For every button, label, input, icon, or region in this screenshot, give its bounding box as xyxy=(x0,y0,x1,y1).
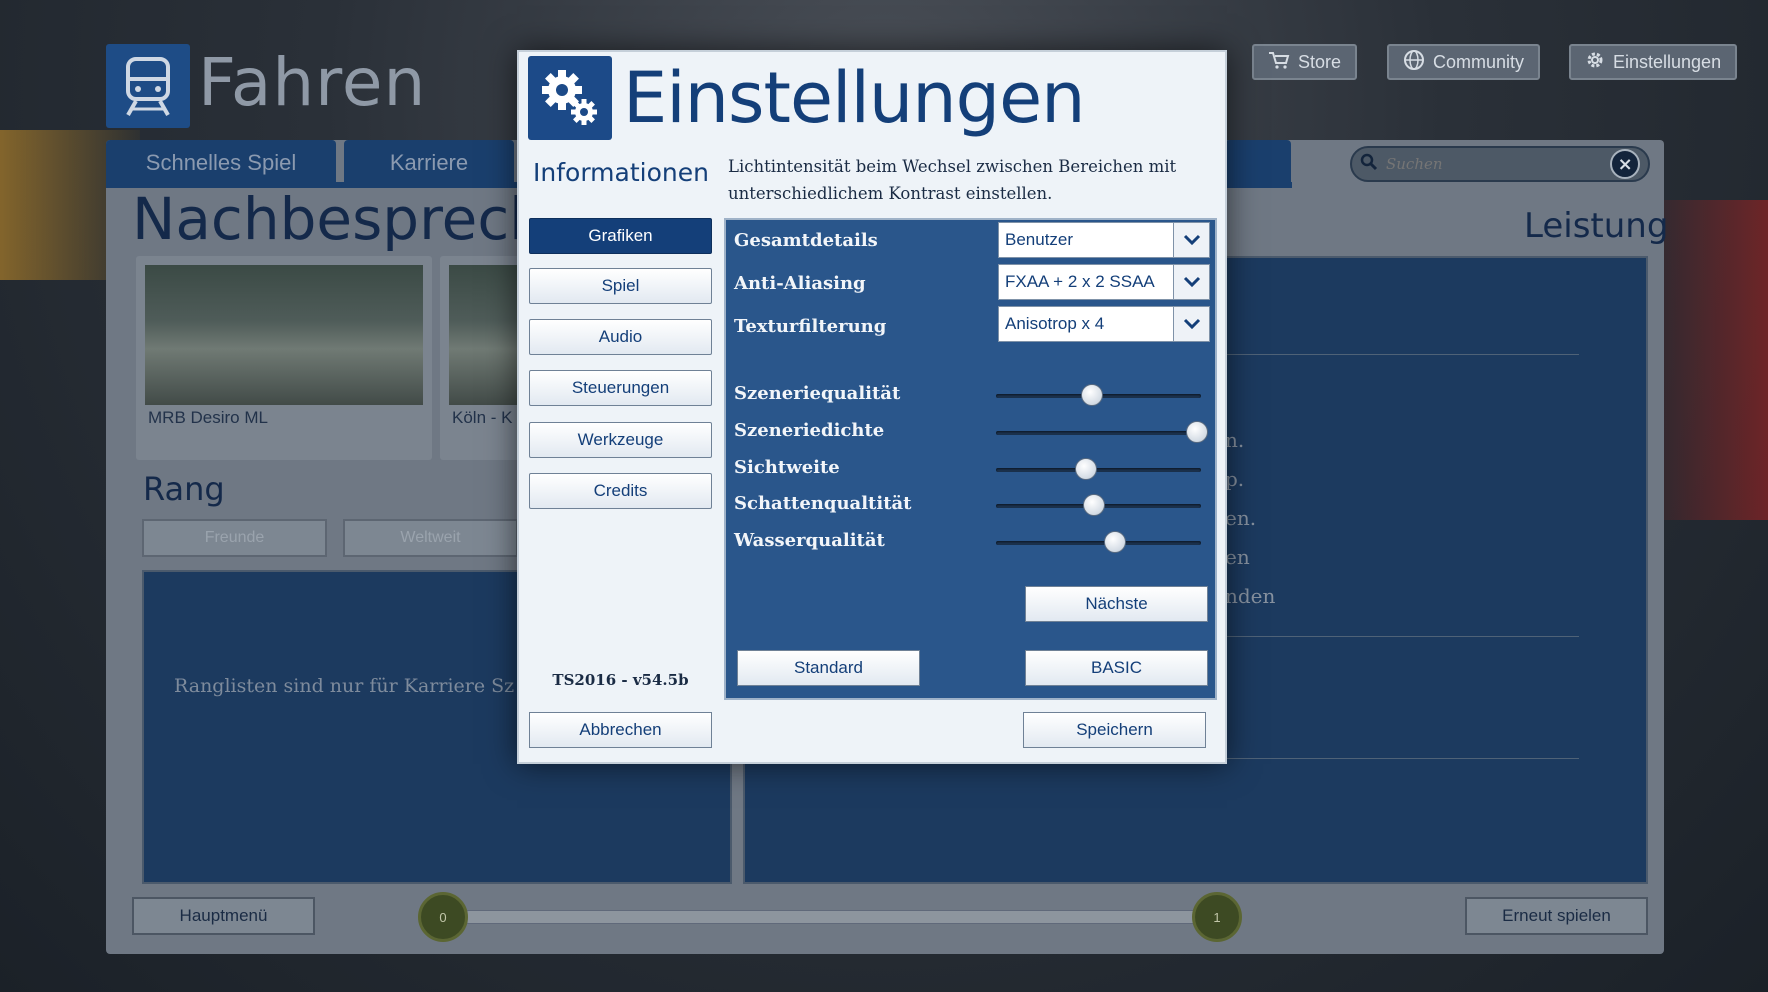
progress-track xyxy=(462,910,1214,924)
overall-detail-value: Benutzer xyxy=(1005,230,1074,249)
scenery-quality-label: Szeneriequalität xyxy=(734,383,901,404)
nav-credits[interactable]: Credits xyxy=(529,473,712,509)
performance-text: n. xyxy=(1225,428,1245,452)
performance-text: en. xyxy=(1225,506,1257,530)
friends-button[interactable]: Freunde xyxy=(142,519,327,557)
save-button[interactable]: Speichern xyxy=(1023,712,1206,748)
community-label: Community xyxy=(1433,51,1525,72)
replay-button[interactable]: Erneut spielen xyxy=(1465,897,1648,935)
performance-heading: Leistung xyxy=(1524,206,1669,246)
route-card[interactable]: Köln - K xyxy=(440,256,520,460)
leaderboard-message: Ranglisten sind nur für Karriere Sz xyxy=(174,675,515,697)
chevron-down-icon[interactable] xyxy=(1173,265,1209,299)
slider-thumb[interactable] xyxy=(1185,421,1208,443)
chevron-down-icon[interactable] xyxy=(1173,223,1209,257)
rank-heading: Rang xyxy=(143,470,225,508)
texture-filtering-value: Anisotrop x 4 xyxy=(1005,314,1105,333)
store-button[interactable]: Store xyxy=(1252,44,1358,80)
anti-aliasing-label: Anti-Aliasing xyxy=(734,273,866,294)
performance-text: nden xyxy=(1225,584,1276,608)
divider xyxy=(1215,758,1579,759)
divider xyxy=(1215,636,1579,637)
graphics-settings-panel: Gesamtdetails Benutzer Anti-Aliasing FXA… xyxy=(724,218,1217,700)
setting-description: Lichtintensität beim Wechsel zwischen Be… xyxy=(728,157,1177,203)
globe-icon xyxy=(1403,49,1425,76)
train-caption: MRB Desiro ML xyxy=(148,408,268,427)
scenery-density-slider[interactable] xyxy=(996,421,1208,443)
scenery-density-label: Szeneriedichte xyxy=(734,420,885,441)
nav-tools[interactable]: Werkzeuge xyxy=(529,422,712,458)
next-button[interactable]: Nächste xyxy=(1025,586,1208,622)
store-label: Store xyxy=(1298,51,1342,72)
view-distance-label: Sichtweite xyxy=(734,457,840,478)
info-heading: Informationen xyxy=(533,158,709,187)
route-thumbnail xyxy=(449,265,520,405)
train-logo-icon xyxy=(106,44,190,128)
overall-detail-dropdown[interactable]: Benutzer xyxy=(998,222,1210,258)
close-icon[interactable]: × xyxy=(1610,149,1640,179)
texture-filtering-dropdown[interactable]: Anisotrop x 4 xyxy=(998,306,1210,342)
view-distance-slider[interactable] xyxy=(996,458,1201,480)
texture-filtering-label: Texturfilterung xyxy=(734,316,887,337)
settings-dialog: Einstellungen Informationen Lichtintensi… xyxy=(517,50,1227,764)
slider-thumb[interactable] xyxy=(1103,531,1126,553)
tab-quick-game[interactable]: Schnelles Spiel xyxy=(106,140,336,186)
train-card[interactable]: MRB Desiro ML xyxy=(136,256,432,460)
page-title: Nachbesprech xyxy=(132,185,547,253)
performance-text: p. xyxy=(1225,467,1245,491)
gear-icon xyxy=(1585,50,1605,75)
default-button[interactable]: Standard xyxy=(737,650,920,686)
overall-detail-label: Gesamtdetails xyxy=(734,230,878,251)
search-input[interactable] xyxy=(1386,155,1603,173)
cart-icon xyxy=(1268,51,1290,74)
version-label: TS2016 - v54.5b xyxy=(552,671,689,689)
settings-button[interactable]: Einstellungen xyxy=(1569,44,1738,80)
main-menu-button[interactable]: Hauptmenü xyxy=(132,897,315,935)
tab-hidden xyxy=(1225,140,1291,186)
train-thumbnail xyxy=(145,265,423,405)
app-heading: Fahren xyxy=(198,44,427,121)
route-caption: Köln - K xyxy=(452,408,513,427)
slider-thumb[interactable] xyxy=(1081,384,1104,406)
shadow-quality-slider[interactable] xyxy=(996,494,1201,516)
nav-game[interactable]: Spiel xyxy=(529,268,712,304)
nav-audio[interactable]: Audio xyxy=(529,319,712,355)
performance-text: en xyxy=(1225,545,1250,569)
settings-label: Einstellungen xyxy=(1613,51,1722,72)
divider xyxy=(1215,354,1579,355)
search-icon xyxy=(1360,153,1378,175)
water-quality-label: Wasserqualität xyxy=(734,530,885,551)
nav-controls[interactable]: Steuerungen xyxy=(529,370,712,406)
nav-graphics[interactable]: Grafiken xyxy=(529,218,712,254)
search-field[interactable]: × xyxy=(1350,146,1650,182)
gears-icon xyxy=(528,56,612,140)
slider-thumb[interactable] xyxy=(1083,494,1106,516)
dialog-title: Einstellungen xyxy=(623,57,1086,139)
water-quality-slider[interactable] xyxy=(996,531,1201,553)
basic-button[interactable]: BASIC xyxy=(1025,650,1208,686)
anti-aliasing-dropdown[interactable]: FXAA + 2 x 2 SSAA xyxy=(998,264,1210,300)
worldwide-button[interactable]: Weltweit xyxy=(343,519,518,557)
community-button[interactable]: Community xyxy=(1387,44,1541,80)
chevron-down-icon[interactable] xyxy=(1173,307,1209,341)
cancel-button[interactable]: Abbrechen xyxy=(529,712,712,748)
shadow-quality-label: Schattenqualtität xyxy=(734,493,912,514)
tab-career[interactable]: Karriere xyxy=(344,140,514,186)
progress-start-node: 0 xyxy=(418,892,468,942)
scenery-quality-slider[interactable] xyxy=(996,384,1201,406)
progress-end-node: 1 xyxy=(1192,892,1242,942)
slider-thumb[interactable] xyxy=(1075,458,1098,480)
anti-aliasing-value: FXAA + 2 x 2 SSAA xyxy=(1005,272,1155,291)
